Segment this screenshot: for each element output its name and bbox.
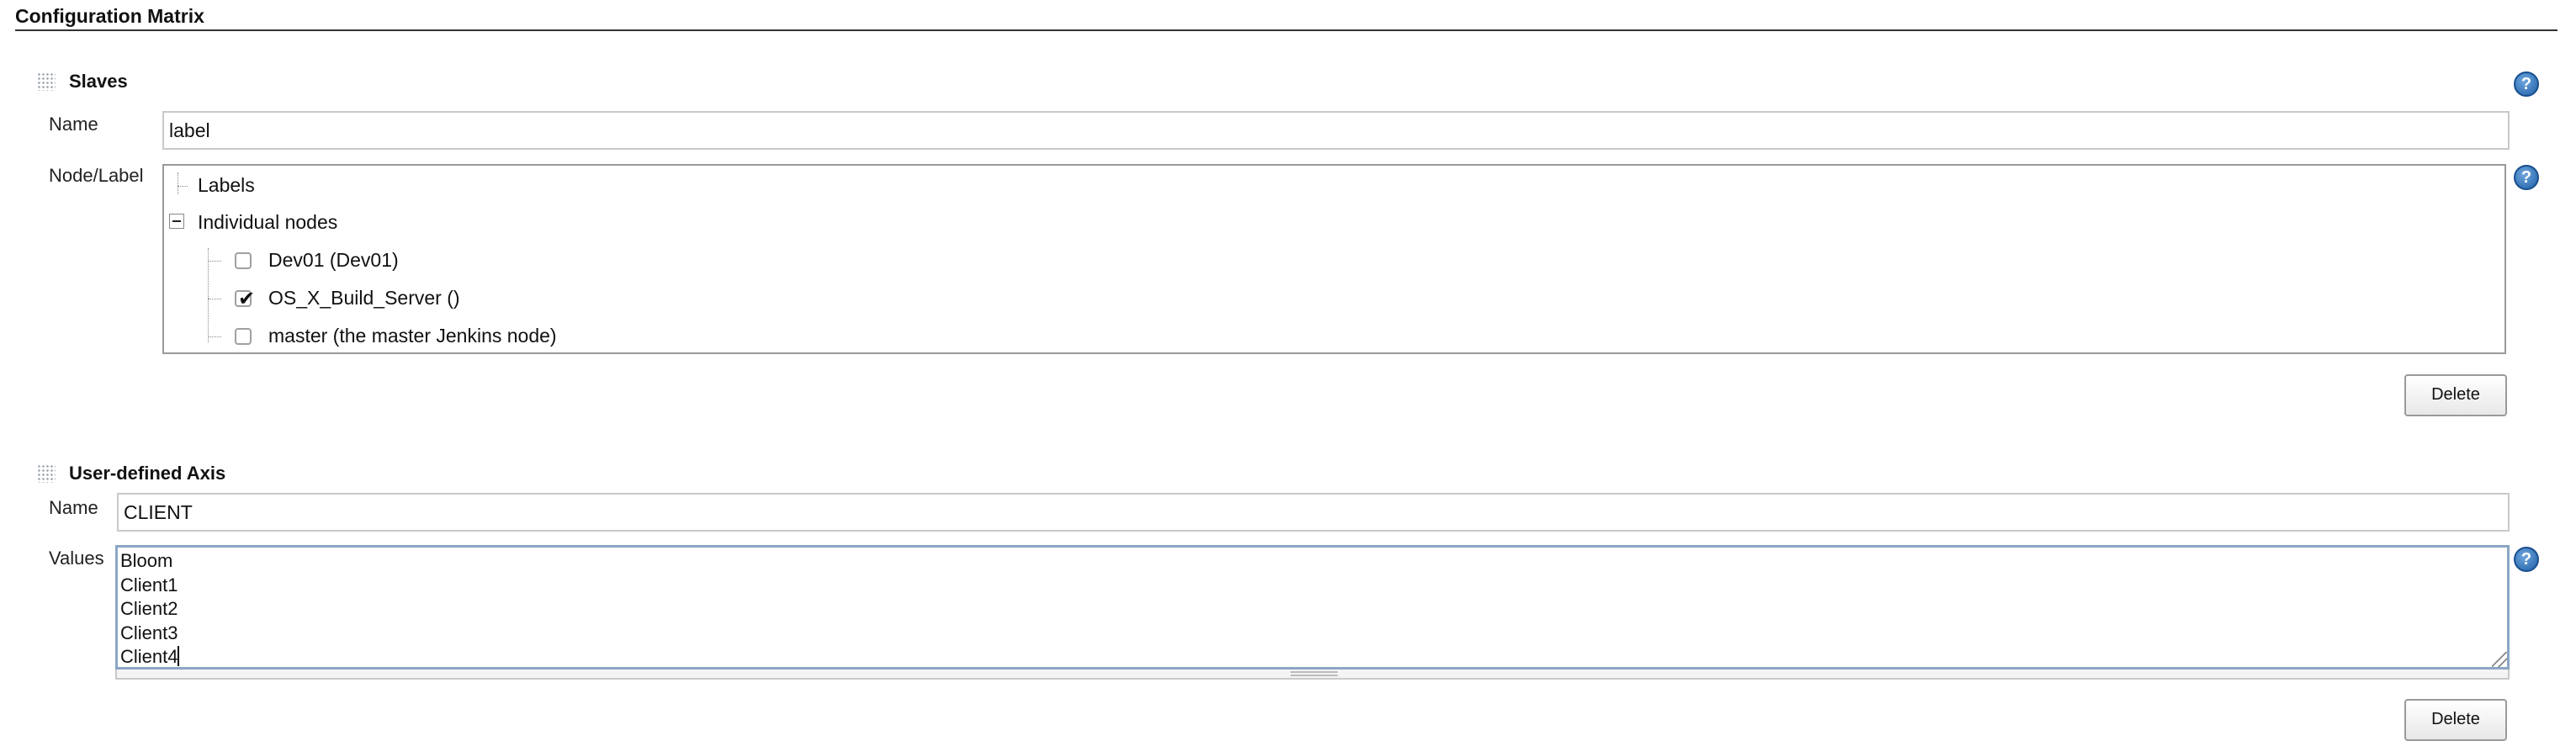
node-checkbox-master[interactable] bbox=[235, 328, 252, 345]
value-line: Bloom bbox=[120, 550, 173, 571]
value-line: Client3 bbox=[120, 622, 178, 643]
tree-item-labels[interactable]: Labels bbox=[198, 174, 255, 197]
node-label-master: master (the master Jenkins node) bbox=[268, 325, 557, 347]
slaves-name-label: Name bbox=[49, 114, 98, 135]
textarea-resize-bar[interactable] bbox=[115, 670, 2510, 680]
drag-handle-icon[interactable] bbox=[37, 464, 56, 483]
drag-handle-icon[interactable] bbox=[37, 72, 56, 91]
value-line: Client4 bbox=[120, 646, 178, 667]
node-label-os-x-build-server: OS_X_Build_Server () bbox=[268, 287, 460, 309]
tree-connector bbox=[178, 186, 188, 187]
section-divider bbox=[15, 29, 2557, 31]
node-label-dev01: Dev01 (Dev01) bbox=[268, 249, 399, 271]
node-checkbox-dev01[interactable] bbox=[235, 252, 252, 269]
node-checkbox-os-x-build-server[interactable] bbox=[235, 287, 255, 310]
value-line: Client2 bbox=[120, 598, 178, 619]
delete-slaves-button[interactable]: Delete bbox=[2404, 374, 2507, 416]
tree-connector bbox=[208, 248, 209, 342]
value-line-last: Client4 bbox=[120, 645, 2504, 670]
help-icon[interactable]: ? bbox=[2514, 547, 2539, 572]
resize-corner-icon[interactable] bbox=[2492, 652, 2507, 667]
text-caret bbox=[178, 646, 180, 666]
value-line: Client1 bbox=[120, 574, 178, 595]
node-label-tree: Labels Individual nodes Dev01 (Dev01) OS… bbox=[162, 164, 2506, 354]
values-textarea[interactable]: Bloom Client1 Client2 Client3 Client4 bbox=[115, 545, 2510, 670]
help-icon[interactable]: ? bbox=[2514, 165, 2539, 190]
tree-connector bbox=[208, 336, 221, 337]
slaves-name-input[interactable] bbox=[162, 111, 2510, 150]
values-label: Values bbox=[49, 548, 104, 569]
help-icon[interactable]: ? bbox=[2514, 71, 2539, 97]
tree-item-individual-nodes[interactable]: Individual nodes bbox=[198, 211, 337, 234]
user-axis-name-label: Name bbox=[49, 497, 98, 518]
resize-grip-icon[interactable] bbox=[1291, 671, 1338, 676]
node-label-label: Node/Label bbox=[49, 165, 144, 186]
collapse-icon[interactable] bbox=[169, 214, 184, 229]
tree-connector bbox=[208, 261, 221, 262]
user-axis-name-input[interactable] bbox=[117, 493, 2510, 532]
delete-user-axis-button[interactable]: Delete bbox=[2404, 699, 2507, 741]
user-axis-title: User-defined Axis bbox=[69, 463, 226, 484]
slaves-title: Slaves bbox=[69, 71, 128, 92]
section-title: Configuration Matrix bbox=[15, 5, 204, 27]
